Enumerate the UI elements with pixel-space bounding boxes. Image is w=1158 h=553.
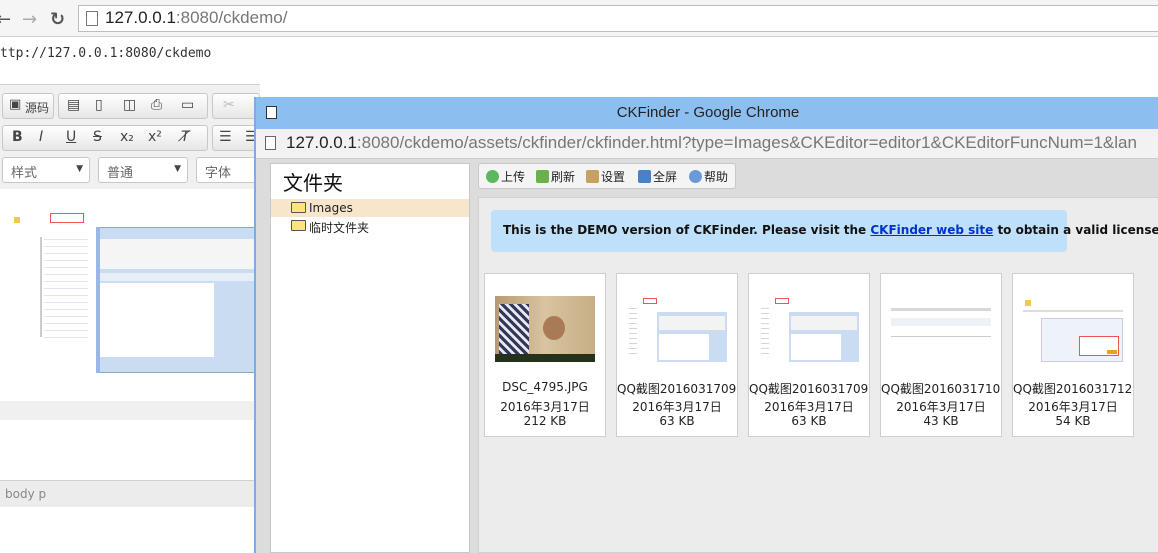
- settings-button[interactable]: 设置: [586, 168, 625, 185]
- ckfinder-website-link[interactable]: CKFinder web site: [870, 223, 993, 237]
- file-thumbnail-image: [627, 296, 727, 362]
- source-button[interactable]: ▣ 源码: [2, 93, 54, 119]
- folders-panel: 文件夹 Images 临时文件夹: [270, 163, 470, 553]
- subscript-icon[interactable]: x₂: [120, 129, 134, 145]
- upload-icon: [486, 170, 499, 183]
- folder-icon: [291, 220, 306, 231]
- fullscreen-icon: [638, 170, 651, 183]
- cut-icon[interactable]: ✂: [223, 97, 235, 113]
- editor-status-bar: body p: [0, 480, 258, 507]
- ckfinder-popup-window: CKFinder - Google Chrome 127.0.0.1:8080/…: [254, 97, 1158, 553]
- file-thumb[interactable]: QQ截图20160317101 2016年3月17日 43 KB: [880, 273, 1002, 437]
- folder-item-images[interactable]: Images: [271, 199, 469, 217]
- address-bar[interactable]: 127.0.0.1:8080/ckdemo/: [78, 5, 1158, 32]
- source-icon: ▣: [9, 97, 22, 112]
- file-thumb[interactable]: QQ截图20160317121 2016年3月17日 54 KB: [1012, 273, 1134, 437]
- help-button[interactable]: 帮助: [689, 168, 728, 185]
- italic-icon[interactable]: I: [39, 129, 43, 145]
- file-thumbnail-image: [759, 296, 859, 362]
- document-toolbar-group: ▤ ▯ ◫ ⎙ ▭: [58, 93, 208, 119]
- page-icon: [86, 11, 98, 26]
- chevron-down-icon: ▼: [76, 164, 83, 174]
- folder-icon: [291, 202, 306, 213]
- bold-icon[interactable]: B: [12, 129, 23, 145]
- upload-button[interactable]: 上传: [486, 168, 525, 185]
- ckfinder-toolbar: 上传 刷新 设置 全屏 帮助: [478, 163, 736, 189]
- embedded-screenshot-image: [14, 213, 256, 373]
- popup-address-bar: 127.0.0.1:8080/ckdemo/assets/ckfinder/ck…: [256, 129, 1158, 159]
- underline-icon[interactable]: U: [66, 129, 76, 145]
- file-thumbnail-image: [495, 296, 595, 362]
- demo-notice: This is the DEMO version of CKFinder. Pl…: [491, 210, 1158, 252]
- superscript-icon[interactable]: x²: [148, 129, 162, 145]
- numbered-list-icon[interactable]: ☰: [219, 129, 232, 145]
- popup-title: CKFinder - Google Chrome: [616, 104, 800, 121]
- popup-url: 127.0.0.1:8080/ckdemo/assets/ckfinder/ck…: [286, 133, 1137, 152]
- file-thumbnail-image: [891, 296, 991, 362]
- folder-item-temp[interactable]: 临时文件夹: [271, 217, 469, 235]
- font-combo[interactable]: 字体: [196, 157, 260, 183]
- wrench-icon: [586, 170, 599, 183]
- back-arrow-icon[interactable]: ←: [0, 9, 11, 30]
- page-icon: [265, 136, 276, 150]
- refresh-button[interactable]: 刷新: [536, 168, 575, 185]
- print-icon[interactable]: ⎙: [151, 97, 162, 113]
- file-thumb[interactable]: QQ截图20160317091 2016年3月17日 63 KB: [748, 273, 870, 437]
- save-icon[interactable]: ▤: [67, 97, 80, 113]
- file-thumb[interactable]: DSC_4795.JPG 2016年3月17日 212 KB: [484, 273, 606, 437]
- element-path: body p: [5, 487, 47, 501]
- folders-title: 文件夹: [283, 171, 343, 195]
- help-icon: [689, 170, 702, 183]
- file-thumbnail-image: [1023, 296, 1123, 362]
- browser-toolbar: ← → ↻ 127.0.0.1:8080/ckdemo/: [0, 0, 1158, 37]
- preview-icon[interactable]: ◫: [123, 97, 136, 113]
- list-toolbar-group: ☰ ☰: [212, 125, 260, 151]
- forward-arrow-icon[interactable]: →: [22, 9, 37, 30]
- fullscreen-button[interactable]: 全屏: [638, 168, 677, 185]
- editor-content[interactable]: [0, 189, 258, 401]
- remove-format-icon[interactable]: T̸: [181, 129, 190, 145]
- templates-icon[interactable]: ▭: [181, 97, 194, 113]
- files-panel: This is the DEMO version of CKFinder. Pl…: [478, 197, 1158, 553]
- ckfinder-body: 文件夹 Images 临时文件夹 上传 刷新 设置 全屏 帮助 This is …: [256, 159, 1158, 553]
- reload-icon[interactable]: ↻: [50, 9, 65, 30]
- format-combo[interactable]: 普通 ▼: [98, 157, 188, 183]
- basic-styles-group: B I U S x₂ x² T̸: [2, 125, 208, 151]
- file-thumb[interactable]: QQ截图20160317091 2016年3月17日 63 KB: [616, 273, 738, 437]
- refresh-icon: [536, 170, 549, 183]
- new-page-icon[interactable]: ▯: [95, 97, 103, 113]
- styles-combo[interactable]: 样式 ▼: [2, 157, 90, 183]
- popup-title-bar: CKFinder - Google Chrome: [256, 97, 1158, 129]
- strike-icon[interactable]: S: [93, 129, 102, 145]
- cut-toolbar-group: ✂: [212, 93, 260, 119]
- source-label: 源码: [25, 101, 50, 115]
- chevron-down-icon: ▼: [174, 164, 181, 174]
- page-url-text: ttp://127.0.0.1:8080/ckdemo: [0, 46, 212, 61]
- ckeditor: ▣ 源码 ▤ ▯ ◫ ⎙ ▭ ✂ B I U S x₂ x² T̸ ☰ ☰ 样式…: [0, 84, 260, 507]
- address-url: 127.0.0.1:8080/ckdemo/: [105, 8, 288, 27]
